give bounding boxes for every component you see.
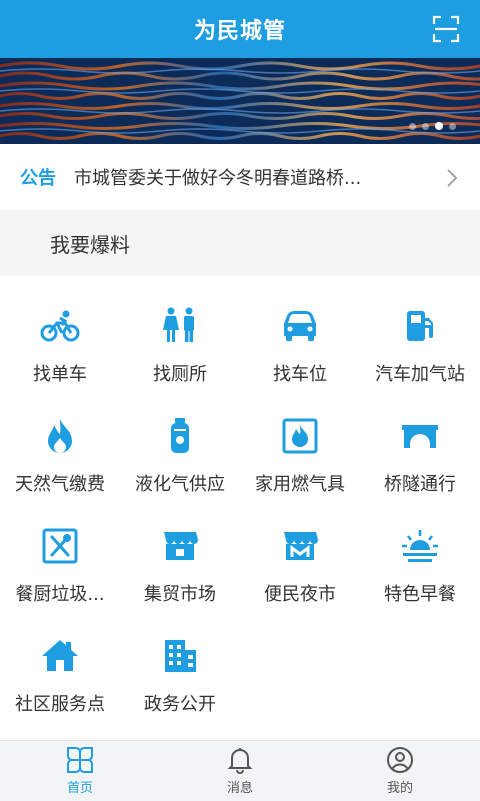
fire-box-icon bbox=[282, 418, 318, 454]
service-label: 找单车 bbox=[33, 364, 87, 385]
carousel-dot[interactable] bbox=[449, 122, 456, 130]
service-gas-station[interactable]: 汽车加气站 bbox=[360, 290, 480, 400]
service-bazaar[interactable]: 集贸市场 bbox=[120, 510, 240, 620]
service-find-bike[interactable]: 找单车 bbox=[0, 290, 120, 400]
carousel-dot[interactable] bbox=[422, 122, 429, 130]
bicycle-icon bbox=[40, 310, 80, 342]
tab-label: 首页 bbox=[66, 781, 93, 796]
tab-messages[interactable]: 消息 bbox=[160, 741, 320, 801]
night-market-icon bbox=[284, 532, 318, 560]
service-label: 餐厨垃圾... bbox=[15, 584, 105, 605]
service-label: 汽车加气站 bbox=[375, 364, 465, 385]
service-label: 家用燃气具 bbox=[255, 474, 345, 495]
flame-icon bbox=[48, 419, 72, 453]
service-home-gas-appliance[interactable]: 家用燃气具 bbox=[240, 400, 360, 510]
gas-station-icon bbox=[407, 311, 433, 341]
home-icon bbox=[42, 640, 78, 671]
announcement-bar[interactable]: 公告 市城管委关于做好今冬明春道路桥... bbox=[0, 144, 480, 210]
service-label: 液化气供应 bbox=[135, 474, 225, 495]
carousel-indicator bbox=[409, 122, 456, 130]
service-label: 便民夜市 bbox=[264, 584, 336, 605]
service-bridge-tunnel[interactable]: 桥隧通行 bbox=[360, 400, 480, 510]
service-natural-gas-payment[interactable]: 天然气缴费 bbox=[0, 400, 120, 510]
announcement-text[interactable]: 市城管委关于做好今冬明春道路桥... bbox=[74, 164, 392, 190]
service-label: 特色早餐 bbox=[384, 584, 456, 605]
announcement-tag: 公告 bbox=[20, 168, 56, 189]
service-label: 桥隧通行 bbox=[384, 474, 456, 495]
service-breakfast[interactable]: 特色早餐 bbox=[360, 510, 480, 620]
user-icon bbox=[387, 747, 413, 773]
service-kitchen-waste[interactable]: 餐厨垃圾... bbox=[0, 510, 120, 620]
service-community-center[interactable]: 社区服务点 bbox=[0, 620, 120, 730]
report-section-label: 我要爆料 bbox=[50, 232, 130, 257]
dining-icon bbox=[42, 528, 78, 564]
building-icon bbox=[165, 640, 196, 672]
carousel-dot[interactable] bbox=[409, 122, 416, 130]
service-label: 天然气缴费 bbox=[15, 474, 105, 495]
car-icon bbox=[284, 311, 316, 341]
restroom-icon bbox=[163, 307, 194, 342]
service-find-toilet[interactable]: 找厕所 bbox=[120, 290, 240, 400]
carousel-dot-active[interactable] bbox=[435, 122, 443, 130]
service-find-parking[interactable]: 找车位 bbox=[240, 290, 360, 400]
tab-label: 消息 bbox=[226, 781, 253, 796]
tab-home[interactable]: 首页 bbox=[0, 741, 160, 801]
page-title: 为民城管 bbox=[193, 19, 286, 44]
service-government-affairs[interactable]: 政务公开 bbox=[120, 620, 240, 730]
home-grid-icon bbox=[67, 747, 93, 773]
banner-image bbox=[0, 58, 480, 144]
sunrise-icon bbox=[402, 530, 438, 562]
tab-label: 我的 bbox=[386, 781, 413, 796]
service-label: 找厕所 bbox=[153, 364, 207, 385]
service-label: 集贸市场 bbox=[144, 584, 216, 605]
tab-profile[interactable]: 我的 bbox=[320, 741, 480, 801]
banner-carousel[interactable] bbox=[0, 58, 480, 144]
report-section-header[interactable]: 我要爆料 bbox=[0, 210, 480, 276]
service-label: 政务公开 bbox=[144, 694, 216, 715]
service-label: 找车位 bbox=[273, 364, 327, 385]
scan-icon[interactable] bbox=[432, 15, 460, 43]
service-night-market[interactable]: 便民夜市 bbox=[240, 510, 360, 620]
bell-icon bbox=[227, 748, 253, 774]
bridge-icon bbox=[402, 425, 438, 448]
chevron-right-icon[interactable] bbox=[446, 168, 458, 188]
market-icon bbox=[164, 532, 198, 560]
app-header: 为民城管 bbox=[0, 0, 480, 58]
bottom-tab-bar: 首页 消息 我的 bbox=[0, 740, 480, 801]
service-lpg-supply[interactable]: 液化气供应 bbox=[120, 400, 240, 510]
service-label: 社区服务点 bbox=[15, 694, 105, 715]
gas-cylinder-icon bbox=[171, 418, 189, 453]
